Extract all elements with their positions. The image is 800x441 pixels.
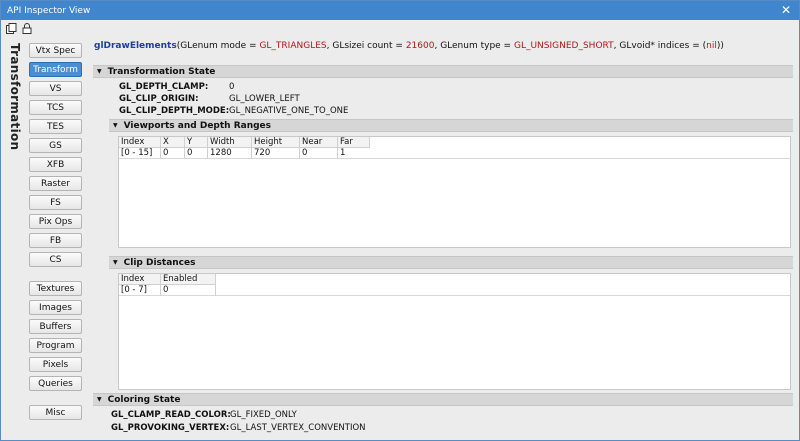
resource-button-buffers[interactable]: Buffers bbox=[29, 319, 82, 334]
table-header: Index Enabled bbox=[119, 274, 216, 285]
section-viewports-depth-ranges[interactable]: ▼ Viewports and Depth Ranges bbox=[109, 119, 793, 132]
prop-clip-origin: GL_CLIP_ORIGIN: GL_LOWER_LEFT bbox=[119, 94, 300, 104]
prop-depth-clamp: GL_DEPTH_CLAMP: 0 bbox=[119, 82, 235, 92]
stage-button-fb[interactable]: FB bbox=[29, 233, 82, 248]
api-inspector-window: API Inspector View ✕ Transformation Vtx … bbox=[0, 0, 800, 441]
stage-button-fs[interactable]: FS bbox=[29, 195, 82, 210]
stage-button-gs[interactable]: GS bbox=[29, 138, 82, 153]
collapse-icon[interactable]: ▼ bbox=[113, 259, 118, 266]
title-bar: API Inspector View ✕ bbox=[1, 1, 799, 20]
stage-button-raster[interactable]: Raster bbox=[29, 176, 82, 191]
section-coloring-state[interactable]: ▼ Coloring State bbox=[93, 393, 793, 406]
misc-button[interactable]: Misc bbox=[29, 405, 82, 420]
function-name: glDrawElements bbox=[94, 41, 177, 51]
section-transformation-state[interactable]: ▼ Transformation State bbox=[93, 65, 793, 78]
pipeline-stage-vertical-label: Transformation bbox=[8, 43, 22, 151]
resource-button-textures[interactable]: Textures bbox=[29, 281, 82, 296]
resource-button-queries[interactable]: Queries bbox=[29, 376, 82, 391]
prop-clip-depth-mode: GL_CLIP_DEPTH_MODE:GL_NEGATIVE_ONE_TO_ON… bbox=[119, 106, 349, 116]
copy-icon[interactable] bbox=[5, 23, 17, 35]
stage-button-xfb[interactable]: XFB bbox=[29, 157, 82, 172]
stage-button-pix-ops[interactable]: Pix Ops bbox=[29, 214, 82, 229]
state-panel: glDrawElements(GLenum mode = GL_TRIANGLE… bbox=[89, 38, 794, 438]
table-row[interactable]: [0 - 15] 0 0 1280 720 0 1 bbox=[119, 148, 790, 159]
stage-button-cs[interactable]: CS bbox=[29, 252, 82, 267]
table-row[interactable]: [0 - 7] 0 bbox=[119, 285, 790, 296]
section-clip-distances[interactable]: ▼ Clip Distances bbox=[109, 256, 793, 269]
mode-value: GL_TRIANGLES bbox=[259, 41, 327, 51]
collapse-icon[interactable]: ▼ bbox=[97, 68, 102, 75]
api-call-signature: glDrawElements(GLenum mode = GL_TRIANGLE… bbox=[94, 41, 724, 51]
viewports-table[interactable]: Index X Y Width Height Near Far [0 - 15]… bbox=[118, 136, 791, 248]
prop-provoking-vertex: GL_PROVOKING_VERTEX:GL_LAST_VERTEX_CONVE… bbox=[111, 423, 366, 433]
lock-icon[interactable] bbox=[21, 23, 33, 35]
resource-button-images[interactable]: Images bbox=[29, 300, 82, 315]
close-icon[interactable]: ✕ bbox=[781, 3, 791, 17]
collapse-icon[interactable]: ▼ bbox=[97, 396, 102, 403]
toolbar bbox=[1, 20, 799, 37]
stage-button-tcs[interactable]: TCS bbox=[29, 100, 82, 115]
stage-button-transform[interactable]: Transform bbox=[29, 62, 82, 77]
prop-clamp-read-color: GL_CLAMP_READ_COLOR:GL_FIXED_ONLY bbox=[111, 410, 297, 420]
indices-value: nil bbox=[706, 41, 717, 51]
collapse-icon[interactable]: ▼ bbox=[113, 122, 118, 129]
resource-button-program[interactable]: Program bbox=[29, 338, 82, 353]
stage-button-tes[interactable]: TES bbox=[29, 119, 82, 134]
window-title: API Inspector View bbox=[7, 5, 91, 16]
clip-distances-table[interactable]: Index Enabled [0 - 7] 0 bbox=[118, 273, 791, 390]
stage-button-vtx-spec[interactable]: Vtx Spec bbox=[29, 43, 82, 58]
count-value: 21600 bbox=[405, 41, 435, 51]
stage-button-vs[interactable]: VS bbox=[29, 81, 82, 96]
resource-button-pixels[interactable]: Pixels bbox=[29, 357, 82, 372]
table-header: Index X Y Width Height Near Far bbox=[119, 137, 370, 148]
type-value: GL_UNSIGNED_SHORT bbox=[513, 41, 614, 51]
